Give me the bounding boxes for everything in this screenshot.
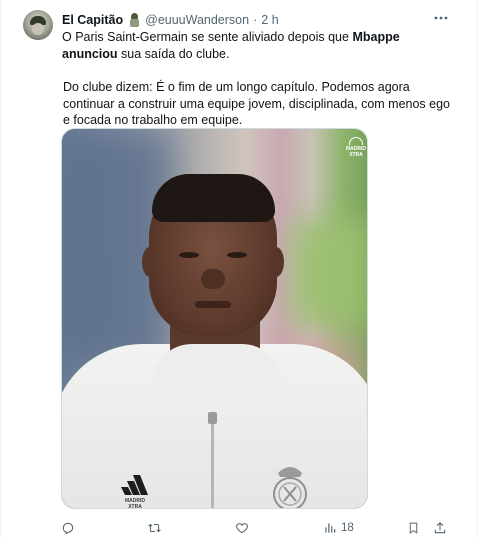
tweet-image[interactable]: MADRID XTRA MADRID XTRA [61,128,368,509]
real-madrid-crest-icon [273,467,307,508]
tweet-text: O Paris Saint-Germain se sente aliviado … [62,29,457,129]
bookmark-icon [409,522,418,534]
background-blur-right [292,219,367,329]
adidas-caption: MADRID XTRA [125,498,145,509]
author-handle[interactable]: @euuuWanderson [145,13,249,27]
timestamp[interactable]: 2 h [261,13,278,27]
retweet-button[interactable] [147,519,162,537]
separator-dot: · [253,13,258,27]
share-icon [434,522,446,534]
jacket-zip [211,414,214,508]
tweet-paragraph-2: Do clube dizem: É o fim de um longo capí… [63,80,451,127]
crown-icon [349,137,363,145]
more-options-button[interactable] [432,9,450,27]
more-dots-icon [434,16,448,20]
reply-icon [62,522,74,535]
tweet-header: El Capitão @euuuWanderson · 2 h [62,11,279,29]
jacket-collar [152,344,282,414]
profile-badge-icon [128,13,141,27]
avatar[interactable] [23,10,53,40]
avatar-face [32,23,44,35]
share-button[interactable] [433,519,447,537]
text-after: sua saída do clube. [117,46,230,61]
watermark-logo: MADRID XTRA [345,137,367,158]
player-nose [201,269,225,289]
player-eye-right [227,252,247,258]
watermark-text: MADRID XTRA [346,146,366,158]
adidas-logo-icon [121,475,148,495]
player-mouth [195,301,231,308]
like-button[interactable] [235,519,249,537]
views-icon [325,523,336,533]
tweet-card[interactable]: El Capitão @euuuWanderson · 2 h O Paris … [0,0,478,538]
like-icon [236,523,248,534]
text-before: O Paris Saint-Germain se sente aliviado … [62,30,353,44]
bookmark-button[interactable] [407,519,420,537]
views-button[interactable]: 18 [323,519,354,537]
tweet-actions: 18 [61,519,453,537]
player-hair [152,174,275,222]
tweet-paragraph-1: O Paris Saint-Germain se sente aliviado … [62,29,457,62]
author-name[interactable]: El Capitão [62,13,123,27]
jacket-zip-pull [208,412,217,424]
player-eye-left [179,252,199,258]
retweet-icon [148,523,161,533]
reply-button[interactable] [61,519,75,537]
views-count: 18 [341,522,354,534]
